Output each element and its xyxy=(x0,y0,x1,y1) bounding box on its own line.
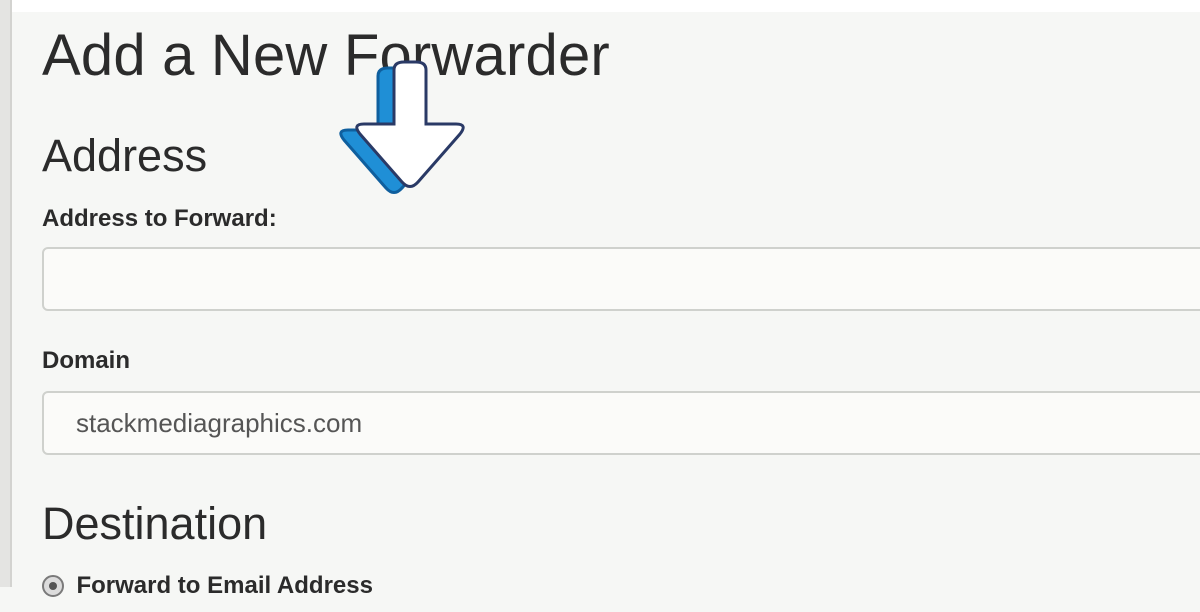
domain-label: Domain xyxy=(42,347,131,374)
page-title: Add a New Forwarder xyxy=(42,23,610,88)
address-section-heading: Address xyxy=(42,130,208,181)
domain-select[interactable] xyxy=(42,391,1200,455)
address-to-forward-input[interactable] xyxy=(42,247,1200,311)
address-to-forward-label: Address to Forward: xyxy=(42,205,277,232)
left-rail-edge xyxy=(10,0,12,587)
left-rail xyxy=(0,0,10,587)
destination-section-heading: Destination xyxy=(42,498,268,549)
forward-to-email-radio[interactable] xyxy=(42,575,64,597)
forward-to-email-label: Forward to Email Address xyxy=(76,572,373,599)
forward-to-email-option[interactable]: Forward to Email Address xyxy=(42,572,373,612)
forwarder-form: Add a New Forwarder Address Address to F… xyxy=(42,0,1200,599)
down-arrow-icon xyxy=(339,60,465,194)
